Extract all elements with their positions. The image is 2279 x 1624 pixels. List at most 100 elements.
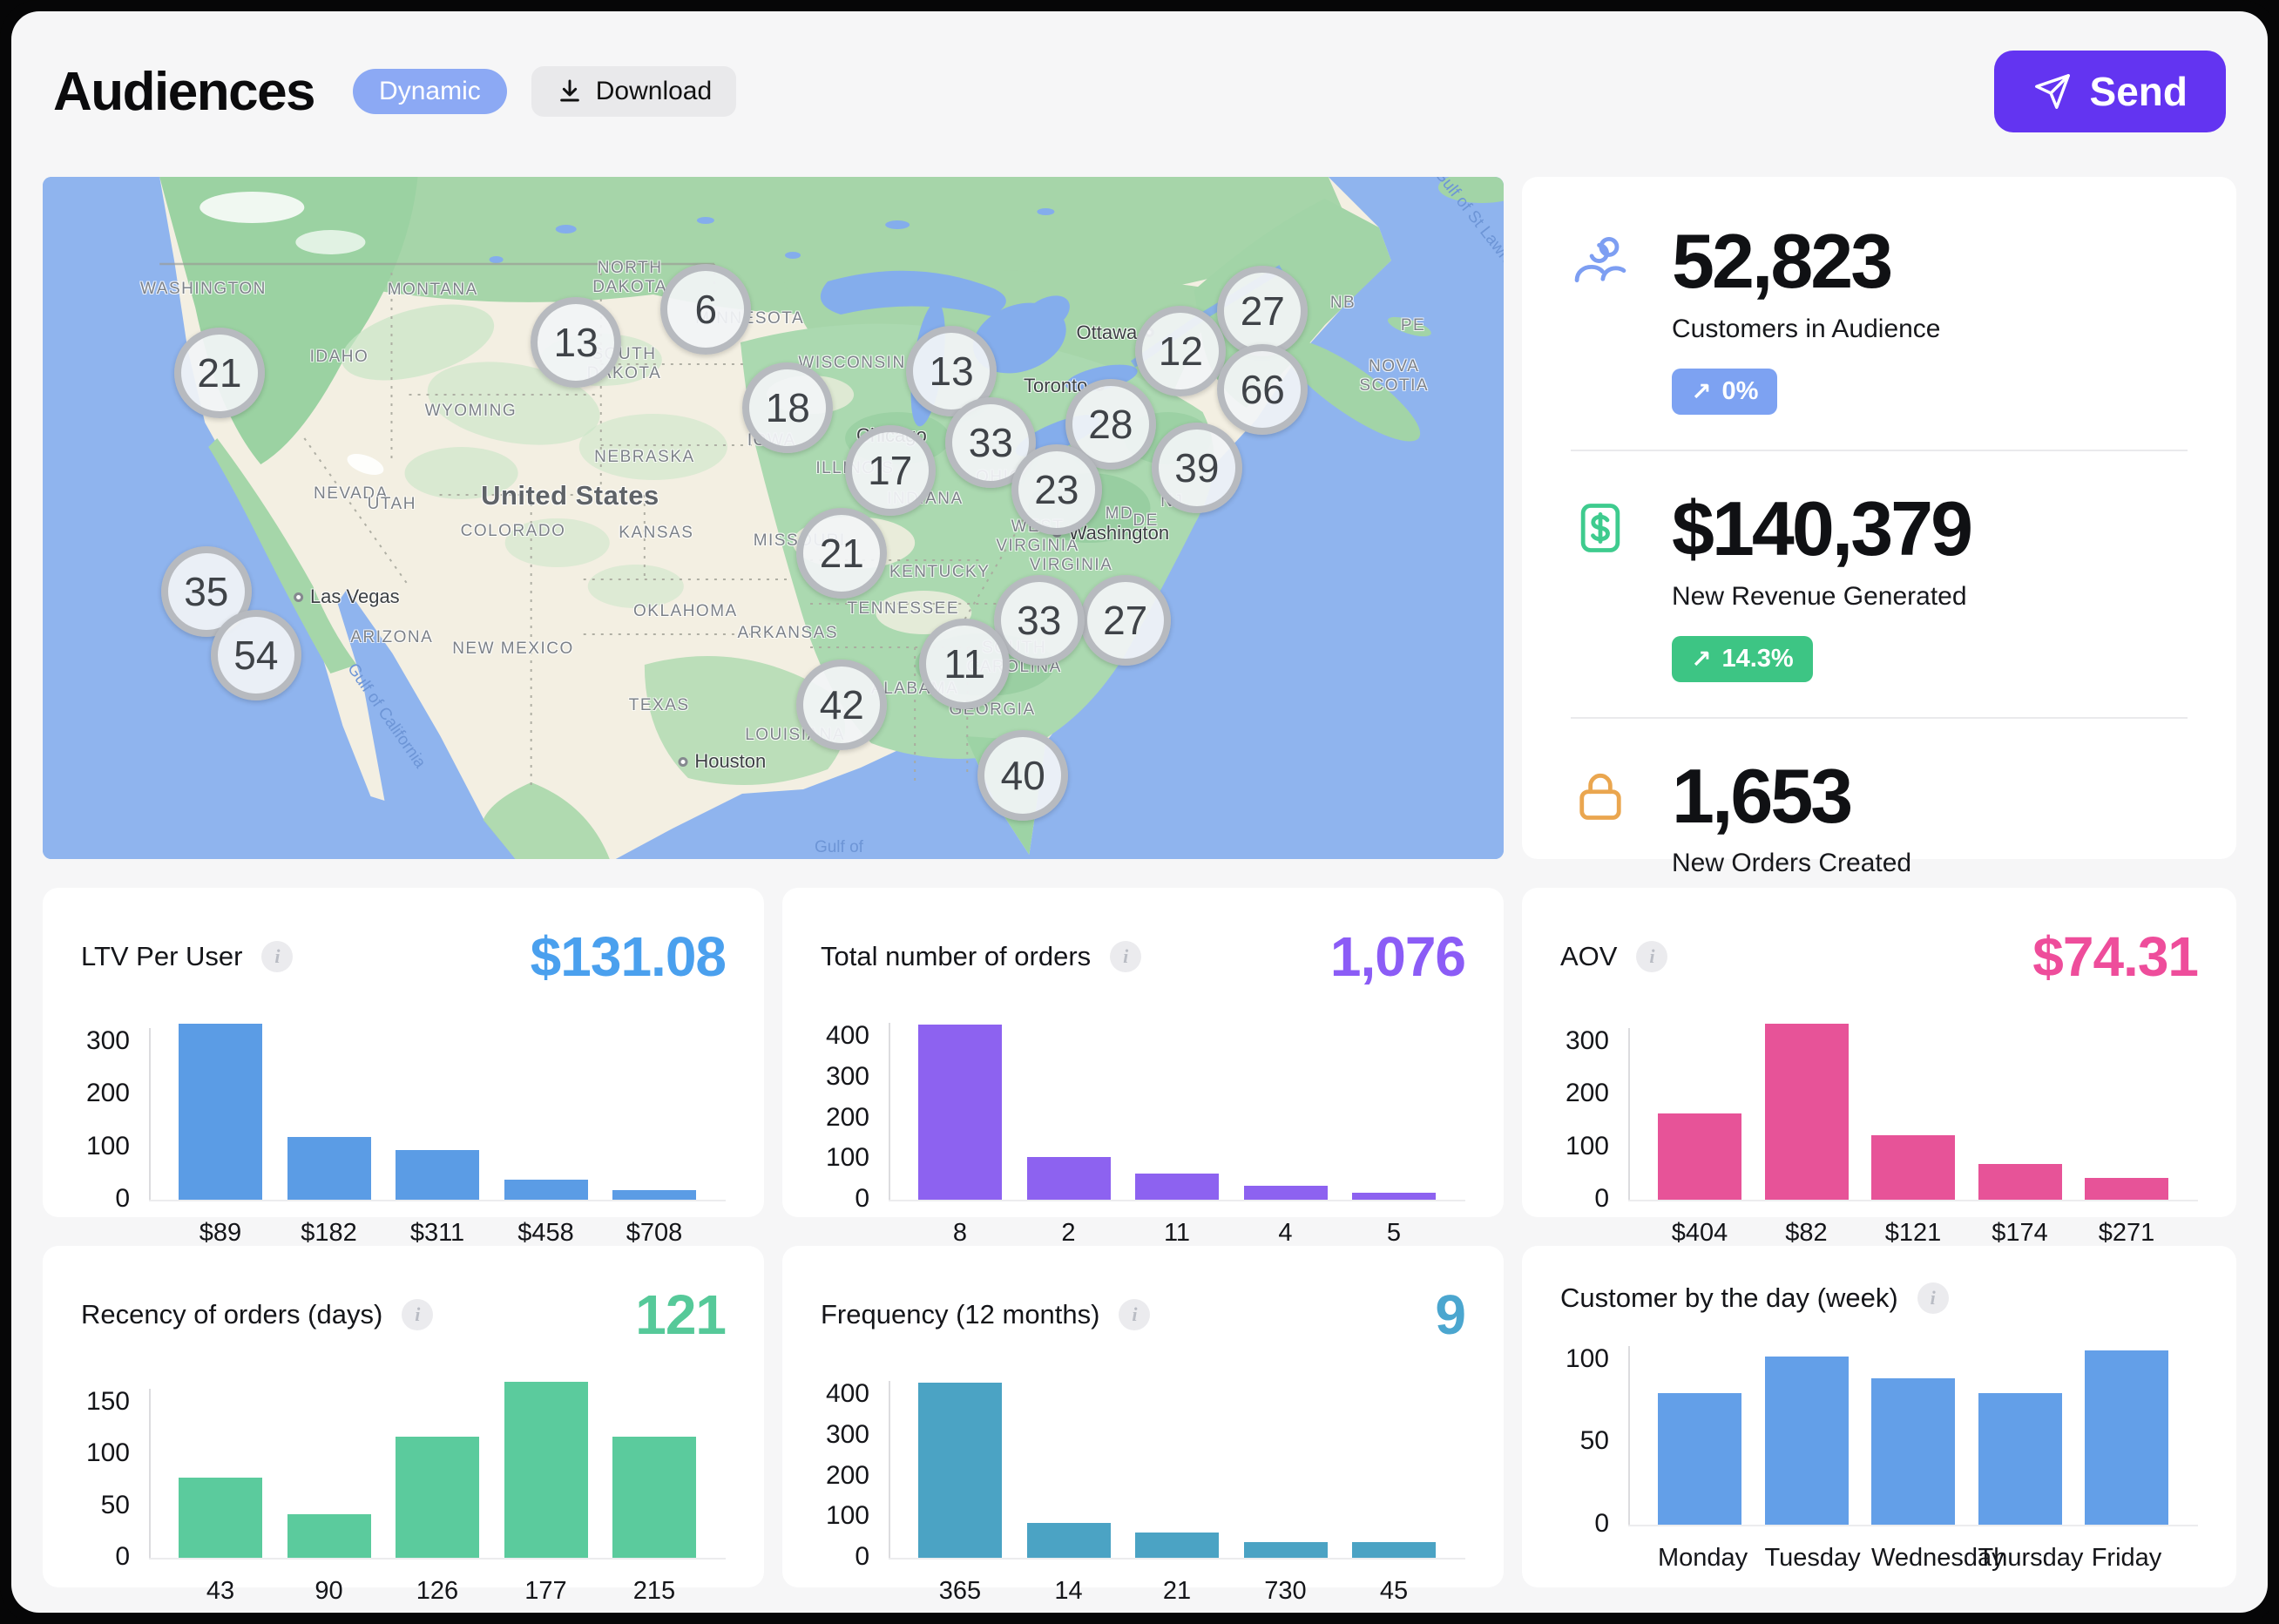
download-label: Download	[596, 77, 712, 106]
x-category-label: 14	[1027, 1577, 1111, 1606]
stat-content: 52,823 Customers in Audience ↗0%	[1672, 222, 1941, 415]
info-icon[interactable]: i	[1110, 941, 1141, 972]
city-dot	[294, 592, 303, 602]
bar	[1352, 1542, 1436, 1558]
x-category-label: 8	[918, 1219, 1002, 1248]
y-tick-label: 200	[86, 1079, 130, 1108]
map-cluster-marker[interactable]: 42	[796, 660, 887, 750]
map-cluster-marker[interactable]: 6	[660, 264, 751, 355]
chart-title: Frequency (12 months)	[821, 1299, 1099, 1330]
x-axis-line	[889, 1200, 1465, 1201]
bar	[287, 1137, 371, 1200]
chart-title: Recency of orders (days)	[81, 1299, 382, 1330]
download-button[interactable]: Download	[531, 66, 736, 117]
map-cluster-marker[interactable]: 17	[845, 425, 936, 516]
audience-map[interactable]: WASHINGTONMONTANANORTH DAKOTASOUTH DAKOT…	[43, 177, 1504, 859]
y-tick-label: 400	[826, 1021, 869, 1051]
bar	[1978, 1393, 2062, 1525]
stat-value: 52,823	[1672, 222, 1941, 301]
dynamic-type-badge[interactable]: Dynamic	[353, 69, 507, 114]
chart-headline-value: $74.31	[2032, 924, 2198, 989]
map-cluster-marker[interactable]: 11	[919, 619, 1010, 709]
chart-frequency: Frequency (12 months)i9 0100200300400 36…	[782, 1246, 1504, 1587]
bar	[1658, 1393, 1741, 1525]
stat-value: $140,379	[1672, 490, 1971, 568]
x-axis-labels: $89$182$311$458$708	[149, 1219, 726, 1248]
x-category-label: Thursday	[1978, 1544, 2062, 1573]
chart-headline-value: $131.08	[531, 924, 726, 989]
y-tick-label: 300	[826, 1062, 869, 1092]
info-icon[interactable]: i	[1917, 1282, 1949, 1314]
x-category-label: $458	[504, 1219, 588, 1248]
map-cluster-marker[interactable]: 12	[1135, 306, 1226, 396]
x-axis-labels: 365142173045	[889, 1577, 1465, 1606]
city-label: Houston	[678, 750, 766, 773]
bar	[2085, 1178, 2168, 1200]
info-icon[interactable]: i	[1636, 941, 1667, 972]
trend-up-icon: ↗	[1691, 645, 1711, 673]
info-icon[interactable]: i	[261, 941, 293, 972]
map-cluster-marker[interactable]: 66	[1217, 344, 1308, 435]
map-cluster-marker[interactable]: 39	[1152, 423, 1242, 513]
bar	[1871, 1135, 1955, 1200]
bar	[1765, 1357, 1849, 1525]
map-cluster-marker[interactable]: 40	[977, 730, 1068, 821]
map-cluster-marker[interactable]: 27	[1080, 575, 1171, 666]
bar	[1765, 1024, 1849, 1200]
x-axis-labels: 4390126177215	[149, 1577, 726, 1606]
stat-label: New Revenue Generated	[1672, 582, 1971, 612]
map-cluster-marker[interactable]: 18	[742, 362, 833, 453]
bars	[1628, 1343, 2198, 1525]
bar	[918, 1383, 1002, 1558]
plot-area	[1628, 1018, 2198, 1200]
stat-label: Customers in Audience	[1672, 315, 1941, 344]
y-tick-label: 100	[826, 1143, 869, 1173]
y-tick-label: 100	[1566, 1344, 1609, 1374]
state-label: PE	[1401, 316, 1425, 335]
city-dot	[678, 757, 687, 767]
map-cluster-marker[interactable]: 13	[531, 297, 621, 388]
bar	[287, 1514, 371, 1558]
y-tick-label: 100	[86, 1132, 130, 1161]
plot-area	[889, 1377, 1465, 1558]
y-tick-label: 400	[826, 1379, 869, 1409]
y-tick-label: 200	[826, 1461, 869, 1491]
stat-customers: 52,823 Customers in Audience ↗0%	[1571, 184, 2188, 450]
y-tick-label: 300	[1566, 1026, 1609, 1056]
x-axis-labels: $404$82$121$174$271	[1628, 1219, 2198, 1248]
y-tick-label: 200	[826, 1103, 869, 1133]
bar	[1658, 1113, 1741, 1200]
map-cluster-marker[interactable]: 21	[174, 328, 265, 418]
y-tick-label: 0	[1594, 1184, 1609, 1214]
plot-area	[149, 1018, 726, 1200]
y-tick-label: 200	[1566, 1079, 1609, 1108]
state-label: NORTH DAKOTA	[592, 259, 667, 297]
y-axis-ticks: 0100200300400	[821, 1018, 889, 1200]
bar	[612, 1437, 696, 1558]
download-icon	[556, 78, 584, 105]
y-axis-ticks: 050100150	[81, 1377, 149, 1558]
state-label: ARKANSAS	[738, 624, 838, 643]
map-cluster-marker[interactable]: 23	[1011, 444, 1102, 535]
y-tick-label: 300	[826, 1420, 869, 1450]
info-icon[interactable]: i	[1119, 1299, 1150, 1330]
state-label: UTAH	[368, 495, 416, 514]
y-tick-label: 0	[1594, 1509, 1609, 1539]
dashboard-grid: WASHINGTONMONTANANORTH DAKOTASOUTH DAKOT…	[43, 177, 2236, 1587]
map-cluster-marker[interactable]: 27	[1217, 266, 1308, 356]
map-cluster-marker[interactable]: 21	[796, 508, 887, 599]
map-cluster-marker[interactable]: 54	[211, 610, 301, 700]
y-tick-label: 100	[1566, 1132, 1609, 1161]
bar	[1027, 1523, 1111, 1558]
page-title: Audiences	[53, 61, 314, 123]
bar	[1244, 1542, 1328, 1558]
state-label: ARIZONA	[350, 628, 433, 647]
state-label: TENNESSEE	[847, 599, 959, 619]
x-category-label: $174	[1978, 1219, 2062, 1248]
x-axis-line	[889, 1558, 1465, 1560]
state-label: IDAHO	[310, 348, 369, 367]
country-label: United States	[481, 480, 659, 511]
info-icon[interactable]: i	[402, 1299, 433, 1330]
plot-area	[149, 1377, 726, 1558]
send-button[interactable]: Send	[1994, 51, 2226, 132]
